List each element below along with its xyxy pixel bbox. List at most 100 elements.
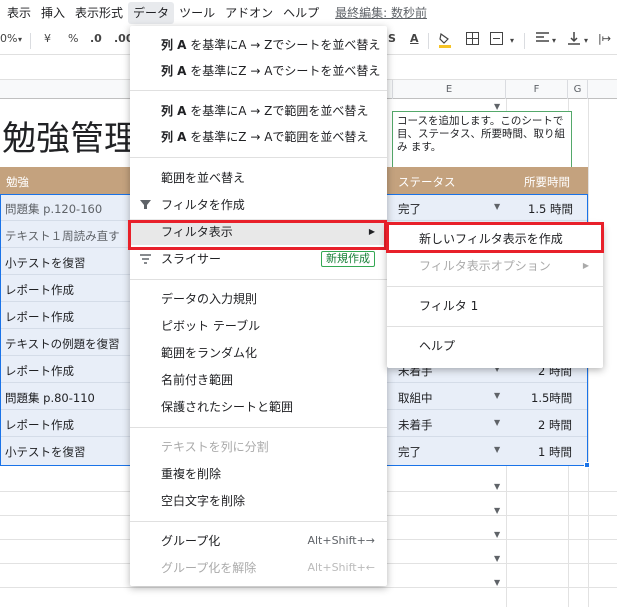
menu-insert[interactable]: 挿入 — [36, 2, 70, 24]
remove-duplicates-item[interactable]: 重複を削除 — [130, 461, 387, 487]
task-cell[interactable]: テキストの例題を復習 — [5, 336, 120, 352]
task-cell[interactable]: レポート作成 — [5, 282, 74, 298]
trim-whitespace-item[interactable]: 空白文字を削除 — [130, 488, 387, 514]
valign-dropdown-icon[interactable]: ▾ — [584, 36, 588, 45]
menu-item-label: を基準にZ → Aで範囲を並べ替え — [186, 130, 369, 144]
menu-separator — [130, 279, 387, 280]
strikethrough-icon[interactable]: S — [388, 32, 396, 45]
menu-tools[interactable]: ツール — [174, 2, 220, 24]
protected-sheets-item[interactable]: 保護されたシートと範囲 — [130, 394, 387, 420]
column-header-g[interactable]: G — [568, 80, 588, 99]
task-cell[interactable]: 問題集 p.80-110 — [5, 390, 95, 406]
new-filter-view-item[interactable]: 新しいフィルタ表示を作成 — [387, 225, 603, 253]
pivot-table-item[interactable]: ピボット テーブル — [130, 313, 387, 339]
menu-help[interactable]: ヘルプ — [278, 2, 324, 24]
dropdown-arrow-icon[interactable]: ▼ — [494, 418, 500, 427]
toolbar-divider — [524, 33, 525, 49]
menu-data[interactable]: データ — [128, 2, 175, 24]
menu-item-label: を基準にA → Zでシートを並べ替え — [186, 38, 381, 52]
menu-item-label: フィルタ表示オプション — [419, 259, 551, 273]
task-cell[interactable]: 小テストを復習 — [5, 444, 86, 460]
menu-addons[interactable]: アドオン — [220, 2, 278, 24]
task-cell[interactable]: 問題集 p.120-160 — [5, 201, 102, 217]
time-cell[interactable]: 1.5 時間 — [528, 201, 573, 217]
dropdown-arrow-icon[interactable]: ▼ — [494, 391, 500, 400]
create-filter-item[interactable]: フィルタを作成 — [130, 192, 387, 218]
dropdown-arrow-icon[interactable]: ▼ — [494, 482, 500, 491]
sheet-title: 勉強管理 — [2, 119, 138, 159]
column-header-f[interactable]: F — [506, 80, 568, 99]
zoom-dropdown-icon[interactable]: ▾ — [18, 35, 22, 44]
sort-sheet-az-item[interactable]: 列 A を基準にA → Zでシートを並べ替え — [130, 32, 387, 58]
filter-icon — [140, 192, 151, 219]
sort-sheet-za-item[interactable]: 列 A を基準にZ → Aでシートを並べ替え — [130, 58, 387, 84]
task-cell[interactable]: テキスト１周読み直す — [5, 228, 120, 244]
filter-1-item[interactable]: フィルタ 1 — [387, 292, 603, 320]
menu-item-label: を基準にA → Zで範囲を並べ替え — [186, 104, 369, 118]
merge-cells-icon[interactable] — [490, 32, 503, 48]
filter-views-item[interactable]: フィルタ表示 ▶ — [130, 219, 387, 245]
menu-item-label: テキストを列に分割 — [161, 440, 269, 454]
dropdown-arrow-icon[interactable]: ▼ — [494, 102, 500, 111]
sort-range-az-item[interactable]: 列 A を基準にA → Zで範囲を並べ替え — [130, 98, 387, 124]
align-dropdown-icon[interactable]: ▾ — [552, 36, 556, 45]
dropdown-arrow-icon[interactable]: ▼ — [494, 554, 500, 563]
zoom-value[interactable]: 0% — [0, 32, 17, 45]
dropdown-arrow-icon[interactable]: ▼ — [494, 530, 500, 539]
percent-format-button[interactable]: % — [68, 32, 78, 45]
shortcut-label: Alt+Shift+← — [307, 561, 375, 574]
fill-color-icon[interactable] — [438, 32, 452, 51]
slicer-icon — [140, 246, 151, 273]
fill-handle[interactable] — [584, 462, 590, 468]
task-cell[interactable]: レポート作成 — [5, 363, 74, 379]
menu-separator — [130, 427, 387, 428]
menu-bar: 表示 挿入 表示形式 データ ツール アドオン ヘルプ 最終編集: 数秒前 — [0, 0, 617, 26]
status-cell[interactable]: 完了 — [398, 201, 421, 217]
horizontal-align-icon[interactable] — [536, 32, 549, 47]
task-cell[interactable]: レポート作成 — [5, 417, 74, 433]
currency-format-button[interactable]: ¥ — [44, 32, 51, 45]
menu-item-label: ピボット テーブル — [161, 319, 261, 333]
shortcut-label: Alt+Shift+→ — [307, 534, 375, 547]
dropdown-arrow-icon[interactable]: ▼ — [494, 445, 500, 454]
dropdown-arrow-icon[interactable]: ▼ — [494, 506, 500, 515]
split-text-item: テキストを列に分割 — [130, 434, 387, 460]
dropdown-arrow-icon[interactable]: ▼ — [494, 578, 500, 587]
time-cell[interactable]: 1 時間 — [538, 444, 572, 460]
dropdown-arrow-icon[interactable]: ▼ — [494, 202, 500, 211]
status-cell[interactable]: 取組中 — [398, 390, 433, 406]
task-cell[interactable]: レポート作成 — [5, 309, 74, 325]
time-cell[interactable]: 1.5時間 — [531, 390, 572, 406]
text-wrap-icon[interactable]: |↦ — [598, 32, 611, 45]
menu-view[interactable]: 表示 — [2, 2, 36, 24]
time-cell[interactable]: 2 時間 — [538, 417, 572, 433]
text-color-icon[interactable]: A — [410, 32, 419, 45]
slicer-item[interactable]: スライサー 新規作成 — [130, 246, 387, 272]
task-cell[interactable]: 小テストを復習 — [5, 255, 86, 271]
sort-range-za-item[interactable]: 列 A を基準にZ → Aで範囲を並べ替え — [130, 124, 387, 150]
header-status: ステータス — [398, 175, 456, 189]
menu-item-label: グループ化を解除 — [161, 561, 257, 575]
menu-separator — [130, 521, 387, 522]
randomize-range-item[interactable]: 範囲をランダム化 — [130, 340, 387, 366]
menu-item-label: 範囲を並べ替え — [161, 171, 246, 185]
status-cell[interactable]: 未着手 — [398, 417, 433, 433]
menu-item-label: 範囲をランダム化 — [161, 346, 258, 360]
data-validation-item[interactable]: データの入力規則 — [130, 286, 387, 312]
menu-separator — [130, 90, 387, 91]
vertical-align-icon[interactable] — [568, 32, 580, 48]
help-item[interactable]: ヘルプ — [387, 332, 603, 360]
sort-range-item[interactable]: 範囲を並べ替え — [130, 165, 387, 191]
last-edit-link[interactable]: 最終編集: 数秒前 — [330, 2, 432, 24]
group-item[interactable]: グループ化 Alt+Shift+→ — [130, 528, 387, 554]
borders-icon[interactable] — [466, 32, 479, 48]
header-task: 勉強 — [6, 175, 29, 189]
decrease-decimal-button[interactable]: .0 — [90, 32, 102, 45]
menu-item-label: 重複を削除 — [161, 467, 222, 481]
named-ranges-item[interactable]: 名前付き範囲 — [130, 367, 387, 393]
status-cell[interactable]: 完了 — [398, 444, 421, 460]
column-header-e[interactable]: E — [392, 80, 506, 99]
menu-format[interactable]: 表示形式 — [70, 2, 128, 24]
merge-dropdown-icon[interactable]: ▾ — [510, 36, 514, 45]
column-label: 列 A — [161, 130, 187, 144]
